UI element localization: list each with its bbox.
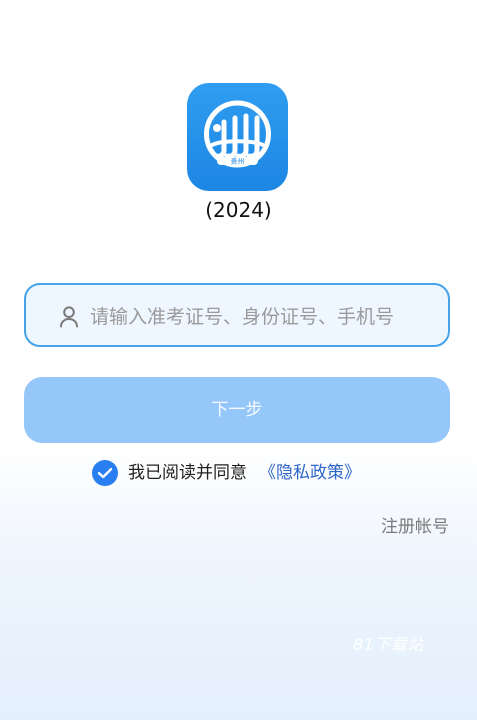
jjjjj-logo-icon: 贵州: [204, 100, 271, 168]
agree-checkbox[interactable]: [92, 460, 118, 486]
account-input[interactable]: [90, 299, 430, 335]
next-step-button[interactable]: 下一步: [24, 377, 450, 443]
privacy-agreement-row: 我已阅读并同意 《隐私政策》: [92, 459, 361, 487]
app-version: (2024): [205, 198, 272, 222]
check-icon: [97, 468, 113, 479]
site-watermark: 81下载站: [353, 635, 424, 654]
user-icon: [60, 306, 78, 328]
register-account-link[interactable]: 注册帐号: [381, 515, 449, 539]
logo-caption: 贵州: [231, 157, 245, 166]
agreement-text: 我已阅读并同意: [128, 463, 247, 483]
account-input-box[interactable]: [24, 283, 450, 347]
app-logo: 贵州: [187, 83, 288, 191]
privacy-policy-link[interactable]: 《隐私政策》: [259, 459, 361, 487]
